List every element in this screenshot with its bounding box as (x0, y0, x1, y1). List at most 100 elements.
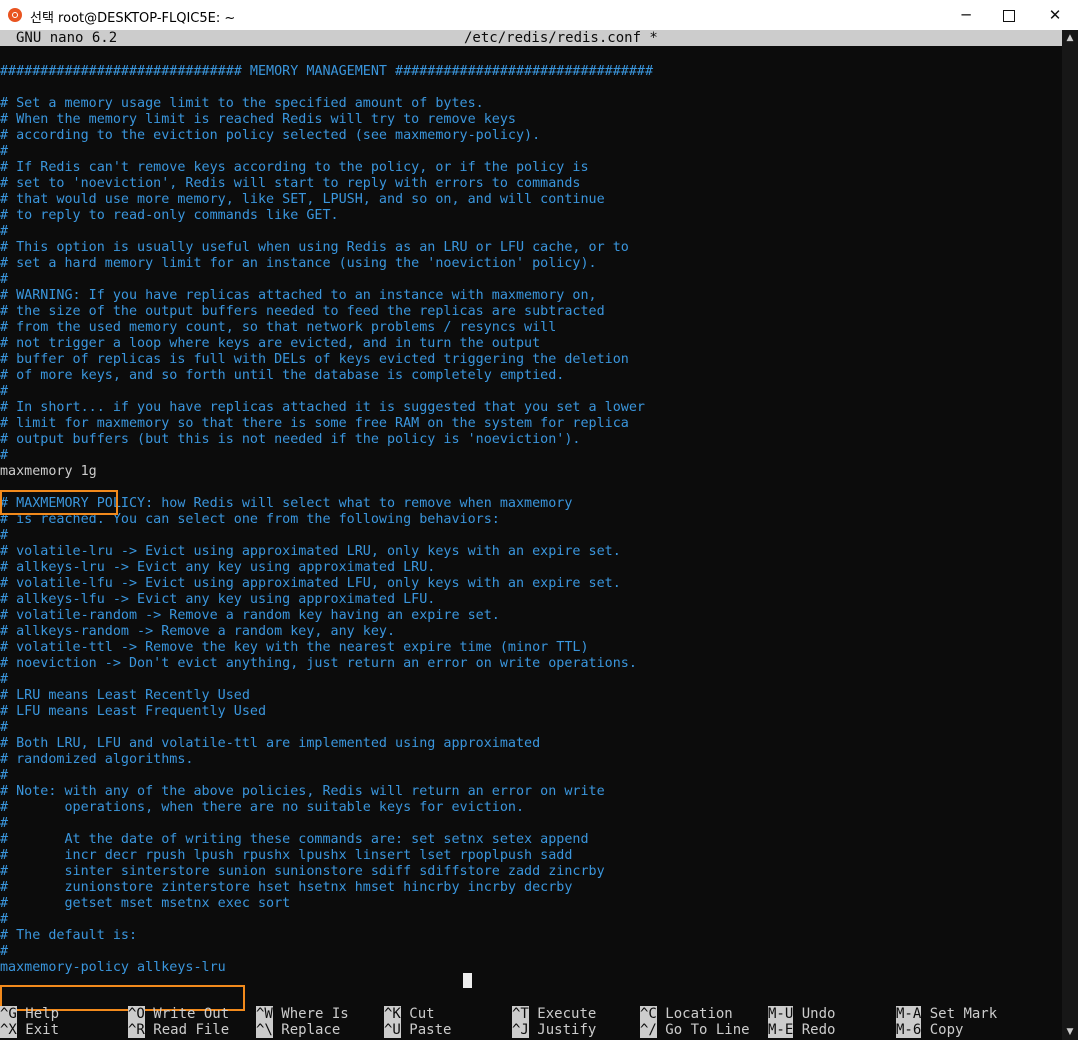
title-bar[interactable]: 선택 root@DESKTOP-FLQIC5E: ~ ─ ✕ (0, 0, 1078, 31)
editor-line[interactable]: # getset mset msetnx exec sort (0, 896, 1062, 912)
editor-line[interactable]: # not trigger a loop where keys are evic… (0, 336, 1062, 352)
terminal-area[interactable]: GNU nano 6.2 /etc/redis/redis.conf * ###… (0, 30, 1062, 1040)
editor-line[interactable]: # (0, 720, 1062, 736)
editor-line[interactable]: # (0, 672, 1062, 688)
shortcut-item[interactable]: ^U Paste (384, 1022, 451, 1038)
editor-line[interactable]: maxmemory-policy allkeys-lru (0, 960, 1062, 976)
shortcut-item[interactable]: ^R Read File (128, 1022, 229, 1038)
editor-line[interactable]: # that would use more memory, like SET, … (0, 192, 1062, 208)
editor-line[interactable]: # In short... if you have replicas attac… (0, 400, 1062, 416)
editor-line[interactable] (0, 480, 1062, 496)
editor-line[interactable]: # LRU means Least Recently Used (0, 688, 1062, 704)
scroll-down-arrow-icon[interactable]: ▼ (1062, 1024, 1078, 1040)
editor-line[interactable]: # (0, 768, 1062, 784)
editor-line[interactable]: # (0, 912, 1062, 928)
editor-line[interactable]: # to reply to read-only commands like GE… (0, 208, 1062, 224)
shortcut-key: ^T (512, 1006, 529, 1022)
editor-line[interactable]: # output buffers (but this is not needed… (0, 432, 1062, 448)
shortcut-gap (921, 1006, 929, 1022)
editor-line[interactable]: # volatile-lfu -> Evict using approximat… (0, 576, 1062, 592)
editor-line[interactable]: # (0, 272, 1062, 288)
shortcut-item[interactable]: M-6 Copy (896, 1022, 963, 1038)
editor-line[interactable]: # This option is usually useful when usi… (0, 240, 1062, 256)
maximize-button[interactable] (986, 0, 1032, 30)
editor-line[interactable]: # zunionstore zinterstore hset hsetnx hm… (0, 880, 1062, 896)
editor-line[interactable]: # If Redis can't remove keys according t… (0, 160, 1062, 176)
editor-line[interactable]: # WARNING: If you have replicas attached… (0, 288, 1062, 304)
shortcut-key: ^J (512, 1022, 529, 1038)
shortcut-item[interactable]: ^/ Go To Line (640, 1022, 750, 1038)
editor-line[interactable]: # At the date of writing these commands … (0, 832, 1062, 848)
editor-line[interactable]: # incr decr rpush lpush rpushx lpushx li… (0, 848, 1062, 864)
editor-line[interactable]: # MAXMEMORY POLICY: how Redis will selec… (0, 496, 1062, 512)
shortcut-label: Exit (25, 1022, 60, 1038)
shortcut-gap (921, 1022, 929, 1038)
editor-line[interactable]: # allkeys-lru -> Evict any key using app… (0, 560, 1062, 576)
editor-line[interactable]: # randomized algorithms. (0, 752, 1062, 768)
editor-line[interactable]: # volatile-random -> Remove a random key… (0, 608, 1062, 624)
editor-line[interactable]: # limit for maxmemory so that there is s… (0, 416, 1062, 432)
shortcut-bar: ^G Help ^X Exit ^O Write Out ^R Read File ^W… (0, 1006, 1062, 1038)
editor-line[interactable]: # (0, 384, 1062, 400)
shortcut-gap (793, 1022, 801, 1038)
editor-line[interactable]: # (0, 944, 1062, 960)
minimize-button[interactable]: ─ (943, 0, 989, 30)
editor-line[interactable]: # Both LRU, LFU and volatile-ttl are imp… (0, 736, 1062, 752)
shortcut-key: ^R (128, 1022, 145, 1038)
shortcut-item[interactable]: M-A Set Mark (896, 1006, 997, 1022)
editor-line[interactable]: # according to the eviction policy selec… (0, 128, 1062, 144)
shortcut-label: Undo (801, 1006, 836, 1022)
ubuntu-icon[interactable] (8, 8, 22, 22)
editor-line[interactable]: # (0, 528, 1062, 544)
shortcut-item[interactable]: ^W Where Is (256, 1006, 349, 1022)
shortcut-item[interactable]: ^T Execute (512, 1006, 596, 1022)
editor-line[interactable]: # of more keys, and so forth until the d… (0, 368, 1062, 384)
shortcut-key: ^\ (256, 1022, 273, 1038)
editor-line[interactable]: ############################## MEMORY MA… (0, 64, 1062, 80)
editor-line[interactable]: # allkeys-random -> Remove a random key,… (0, 624, 1062, 640)
editor-line[interactable]: # the size of the output buffers needed … (0, 304, 1062, 320)
editor-content[interactable]: ############################## MEMORY MA… (0, 64, 1062, 976)
editor-line[interactable] (0, 80, 1062, 96)
maxmemory-highlight-box (0, 490, 118, 515)
shortcut-item[interactable]: ^G Help (0, 1006, 59, 1022)
editor-line[interactable]: # from the used memory count, so that ne… (0, 320, 1062, 336)
shortcut-item[interactable]: ^X Exit (0, 1022, 59, 1038)
editor-line[interactable]: # set a hard memory limit for an instanc… (0, 256, 1062, 272)
editor-line[interactable]: # operations, when there are no suitable… (0, 800, 1062, 816)
editor-line[interactable]: # volatile-lru -> Evict using approximat… (0, 544, 1062, 560)
scroll-up-arrow-icon[interactable]: ▲ (1062, 30, 1078, 46)
editor-line[interactable]: # noeviction -> Don't evict anything, ju… (0, 656, 1062, 672)
shortcut-label: Copy (929, 1022, 964, 1038)
editor-line[interactable]: # Set a memory usage limit to the specif… (0, 96, 1062, 112)
editor-line[interactable]: # (0, 816, 1062, 832)
editor-line[interactable]: # (0, 144, 1062, 160)
editor-line[interactable]: # LFU means Least Frequently Used (0, 704, 1062, 720)
editor-line[interactable]: # set to 'noeviction', Redis will start … (0, 176, 1062, 192)
shortcut-item[interactable]: ^O Write Out (128, 1006, 229, 1022)
editor-line[interactable]: # (0, 448, 1062, 464)
editor-line[interactable]: # (0, 224, 1062, 240)
editor-line[interactable]: # volatile-ttl -> Remove the key with th… (0, 640, 1062, 656)
shortcut-item[interactable]: ^\ Replace (256, 1022, 340, 1038)
close-button[interactable]: ✕ (1032, 0, 1078, 30)
editor-line[interactable]: # buffer of replicas is full with DELs o… (0, 352, 1062, 368)
shortcut-label: Write Out (153, 1006, 230, 1022)
editor-line[interactable]: # is reached. You can select one from th… (0, 512, 1062, 528)
config-directive-line[interactable]: maxmemory 1g (0, 464, 1062, 480)
editor-line[interactable]: # Note: with any of the above policies, … (0, 784, 1062, 800)
shortcut-item[interactable]: M-E Redo (768, 1022, 835, 1038)
shortcut-item[interactable]: ^C Location (640, 1006, 733, 1022)
shortcut-item[interactable]: M-U Undo (768, 1006, 835, 1022)
shortcut-item[interactable]: ^J Justify (512, 1022, 596, 1038)
shortcut-item[interactable]: ^K Cut (384, 1006, 435, 1022)
scrollbar[interactable]: ▲ ▼ (1062, 30, 1078, 1040)
shortcut-key: ^K (384, 1006, 401, 1022)
window-title: 선택 root@DESKTOP-FLQIC5E: ~ (30, 11, 236, 26)
shortcut-key: ^W (256, 1006, 273, 1022)
file-name: /etc/redis/redis.conf * (464, 30, 658, 46)
editor-line[interactable]: # When the memory limit is reached Redis… (0, 112, 1062, 128)
editor-line[interactable]: # The default is: (0, 928, 1062, 944)
editor-line[interactable]: # sinter sinterstore sunion sunionstore … (0, 864, 1062, 880)
editor-line[interactable]: # allkeys-lfu -> Evict any key using app… (0, 592, 1062, 608)
